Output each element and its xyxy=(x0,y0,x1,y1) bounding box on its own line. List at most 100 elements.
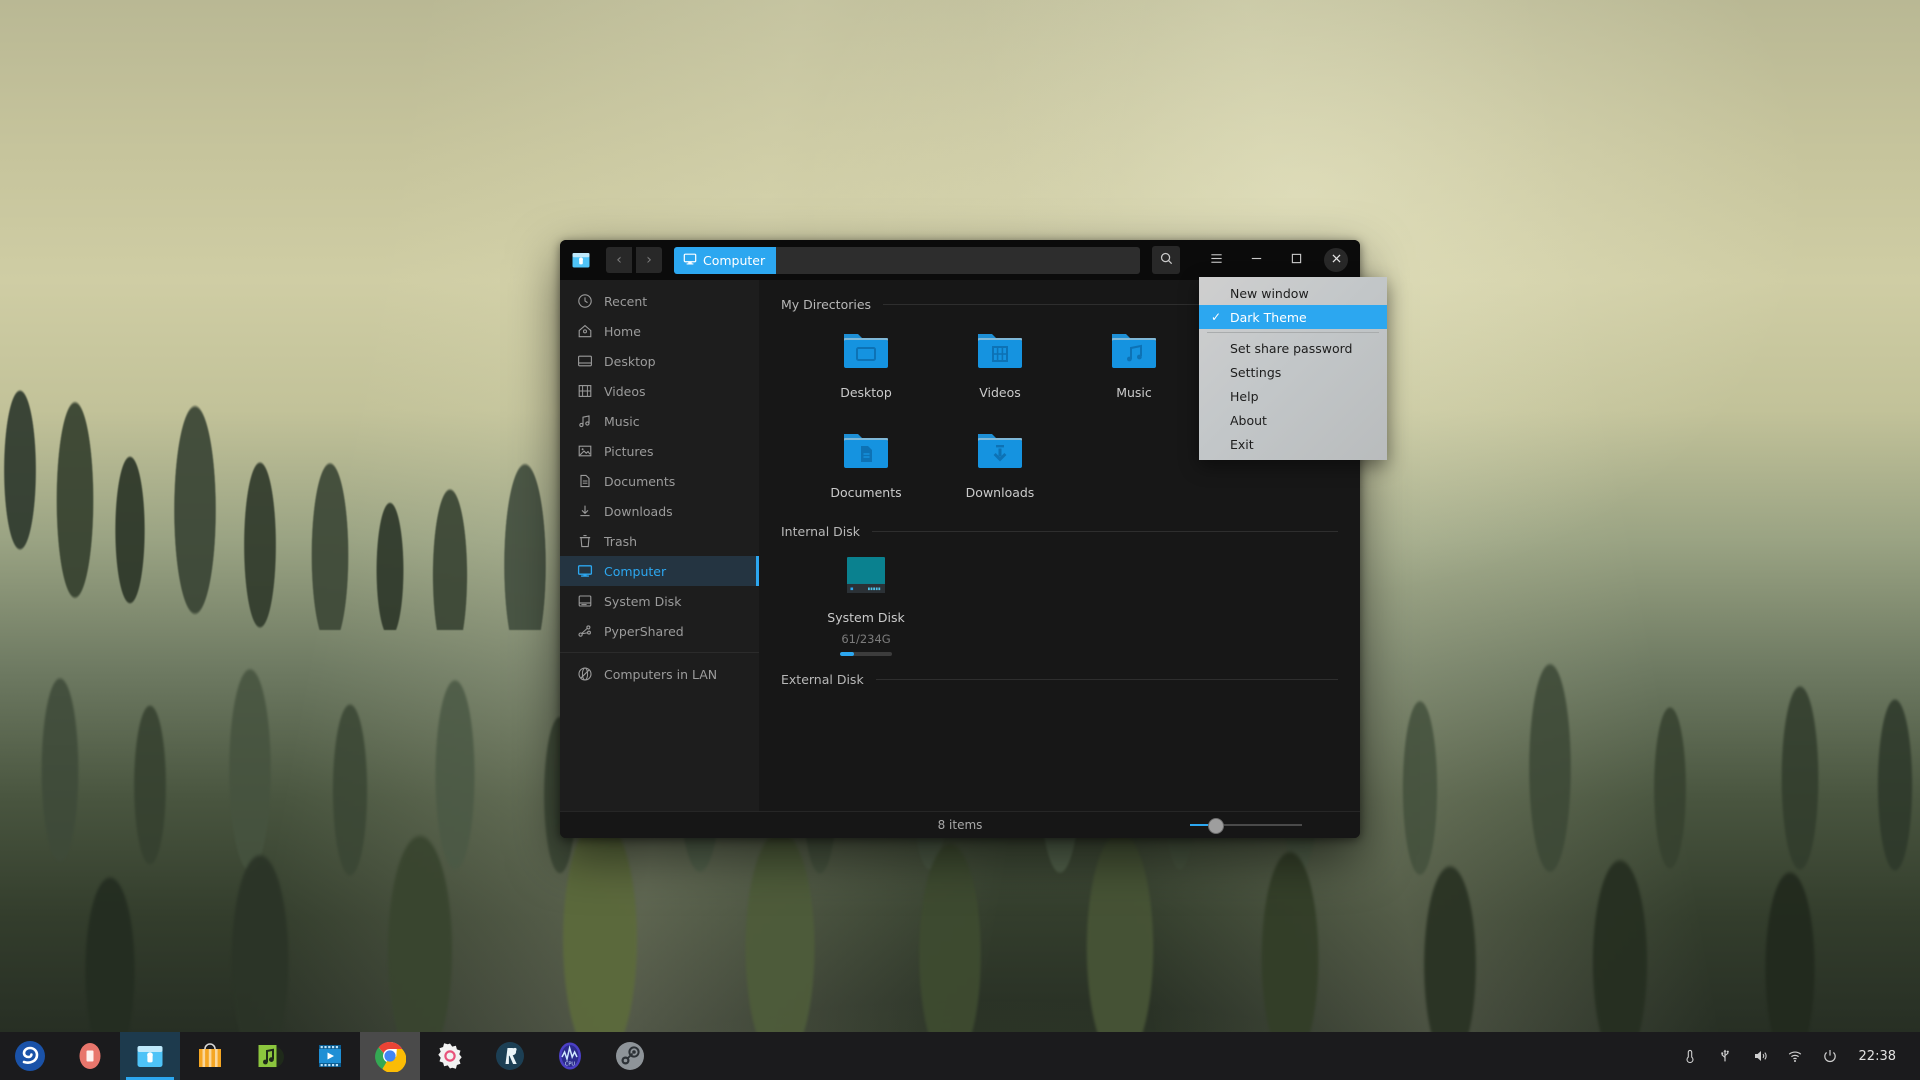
clock-icon xyxy=(577,293,593,309)
sidebar-item-music[interactable]: Music xyxy=(560,406,759,436)
sidebar-item-system-disk[interactable]: System Disk xyxy=(560,586,759,616)
nav-forward-label: › xyxy=(646,252,652,268)
deepin-launcher-icon xyxy=(14,1040,46,1072)
sidebar-item-trash[interactable]: Trash xyxy=(560,526,759,556)
folder-item-desktop[interactable]: Desktop xyxy=(799,312,933,400)
taskbar-item-cpu-monitor[interactable]: CPU xyxy=(540,1032,600,1080)
nav-forward-button[interactable]: › xyxy=(636,247,662,273)
menu-item-help[interactable]: Help xyxy=(1199,384,1387,408)
zoom-slider-handle[interactable] xyxy=(1208,818,1224,834)
sidebar-item-home[interactable]: Home xyxy=(560,316,759,346)
folder-videos-icon xyxy=(974,326,1026,376)
sidebar-item-label: Downloads xyxy=(604,503,673,519)
menu-item-settings[interactable]: Settings xyxy=(1199,360,1387,384)
minimize-icon xyxy=(1249,251,1264,270)
maximize-button[interactable] xyxy=(1278,243,1314,277)
taskbar-item-app-store[interactable] xyxy=(180,1032,240,1080)
taskbar-clock[interactable]: 22:38 xyxy=(1859,1049,1896,1064)
download-icon xyxy=(577,503,593,519)
minimize-button[interactable] xyxy=(1238,243,1274,277)
disk-item-system-disk[interactable]: System Disk 61/234G xyxy=(799,539,933,656)
menu-item-exit[interactable]: Exit xyxy=(1199,432,1387,456)
section-title: My Directories xyxy=(781,297,872,312)
sidebar-item-recent[interactable]: Recent xyxy=(560,286,759,316)
section-rule xyxy=(875,679,1338,680)
search-icon xyxy=(1159,251,1174,270)
menu-item-new-window[interactable]: New window xyxy=(1199,281,1387,305)
close-button[interactable] xyxy=(1318,243,1354,277)
taskbar-item-media-recorder[interactable] xyxy=(60,1032,120,1080)
maximize-icon xyxy=(1289,251,1304,270)
menu-item-label: About xyxy=(1230,412,1267,428)
image-icon xyxy=(577,443,593,459)
menu-item-about[interactable]: About xyxy=(1199,408,1387,432)
music-player-icon xyxy=(254,1040,286,1072)
sidebar-item-computers-in-lan[interactable]: Computers in LAN xyxy=(560,659,759,689)
nav-back-button[interactable]: ‹ xyxy=(606,247,632,273)
sidebar-item-label: Computer xyxy=(604,563,667,579)
taskbar-item-system-settings[interactable] xyxy=(420,1032,480,1080)
search-button[interactable] xyxy=(1152,246,1180,274)
taskbar-item-music-player[interactable] xyxy=(240,1032,300,1080)
menu-item-label: Settings xyxy=(1230,364,1282,380)
breadcrumb-label: Computer xyxy=(703,252,766,268)
sidebar-item-label: Trash xyxy=(604,533,638,549)
folder-label: Videos xyxy=(979,385,1021,400)
main-menu-popup: New window ✓ Dark Theme Set share passwo… xyxy=(1199,277,1387,460)
sidebar-item-pypershared[interactable]: PyperShared xyxy=(560,616,759,646)
taskbar-item-deepin-launcher[interactable] xyxy=(0,1032,60,1080)
usb-icon[interactable] xyxy=(1717,1048,1733,1064)
temperature-icon[interactable] xyxy=(1682,1048,1698,1064)
resilio-sync-icon xyxy=(494,1040,526,1072)
menu-item-label: Set share password xyxy=(1230,340,1353,356)
taskbar-app-list: CPU xyxy=(0,1032,660,1080)
sidebar-item-computer[interactable]: Computer xyxy=(560,556,759,586)
hamburger-menu-button[interactable] xyxy=(1198,243,1234,277)
folder-item-documents[interactable]: Documents xyxy=(799,412,933,500)
sidebar-divider xyxy=(560,652,759,653)
sidebar-item-label: Desktop xyxy=(604,353,656,369)
menu-separator xyxy=(1207,332,1379,333)
taskbar-item-video-player[interactable] xyxy=(300,1032,360,1080)
zoom-slider[interactable] xyxy=(1190,818,1302,834)
breadcrumb-computer[interactable]: Computer xyxy=(674,246,777,274)
wifi-icon[interactable] xyxy=(1787,1048,1803,1064)
folder-documents-icon xyxy=(840,426,892,476)
sidebar-item-videos[interactable]: Videos xyxy=(560,376,759,406)
menu-item-label: Help xyxy=(1230,388,1259,404)
menu-item-set-share-password[interactable]: Set share password xyxy=(1199,336,1387,360)
path-bar[interactable]: Computer xyxy=(674,246,1140,274)
harddisk-icon xyxy=(577,593,593,609)
folder-item-downloads[interactable]: Downloads xyxy=(933,412,1067,500)
taskbar-item-file-manager[interactable] xyxy=(120,1032,180,1080)
share-icon xyxy=(577,623,593,639)
volume-icon[interactable] xyxy=(1752,1048,1768,1064)
video-player-icon xyxy=(314,1040,346,1072)
sidebar-item-documents[interactable]: Documents xyxy=(560,466,759,496)
taskbar: CPU 22:38 xyxy=(0,1032,1920,1080)
sidebar-item-pictures[interactable]: Pictures xyxy=(560,436,759,466)
disk-grid-row: System Disk 61/234G xyxy=(781,539,1338,656)
disk-usage-meter xyxy=(840,652,892,656)
folder-item-videos[interactable]: Videos xyxy=(933,312,1067,400)
svg-text:CPU: CPU xyxy=(565,1062,576,1068)
cpu-monitor-icon: CPU xyxy=(554,1040,586,1072)
folder-music-icon xyxy=(1108,326,1160,376)
home-icon xyxy=(577,323,593,339)
taskbar-item-resilio-sync[interactable] xyxy=(480,1032,540,1080)
folder-label: Music xyxy=(1116,385,1152,400)
menu-item-dark-theme[interactable]: ✓ Dark Theme xyxy=(1199,305,1387,329)
sidebar-item-label: Music xyxy=(604,413,640,429)
system-tray: 22:38 xyxy=(1682,1048,1920,1064)
taskbar-item-steam[interactable] xyxy=(600,1032,660,1080)
steam-icon xyxy=(614,1040,646,1072)
sidebar-item-downloads[interactable]: Downloads xyxy=(560,496,759,526)
folder-item-music[interactable]: Music xyxy=(1067,312,1201,400)
taskbar-item-google-chrome[interactable] xyxy=(360,1032,420,1080)
power-icon[interactable] xyxy=(1822,1048,1838,1064)
sidebar-item-desktop[interactable]: Desktop xyxy=(560,346,759,376)
section-rule xyxy=(872,531,1338,532)
sidebar-item-label: Pictures xyxy=(604,443,654,459)
film-icon xyxy=(577,383,593,399)
folder-label: Desktop xyxy=(840,385,892,400)
